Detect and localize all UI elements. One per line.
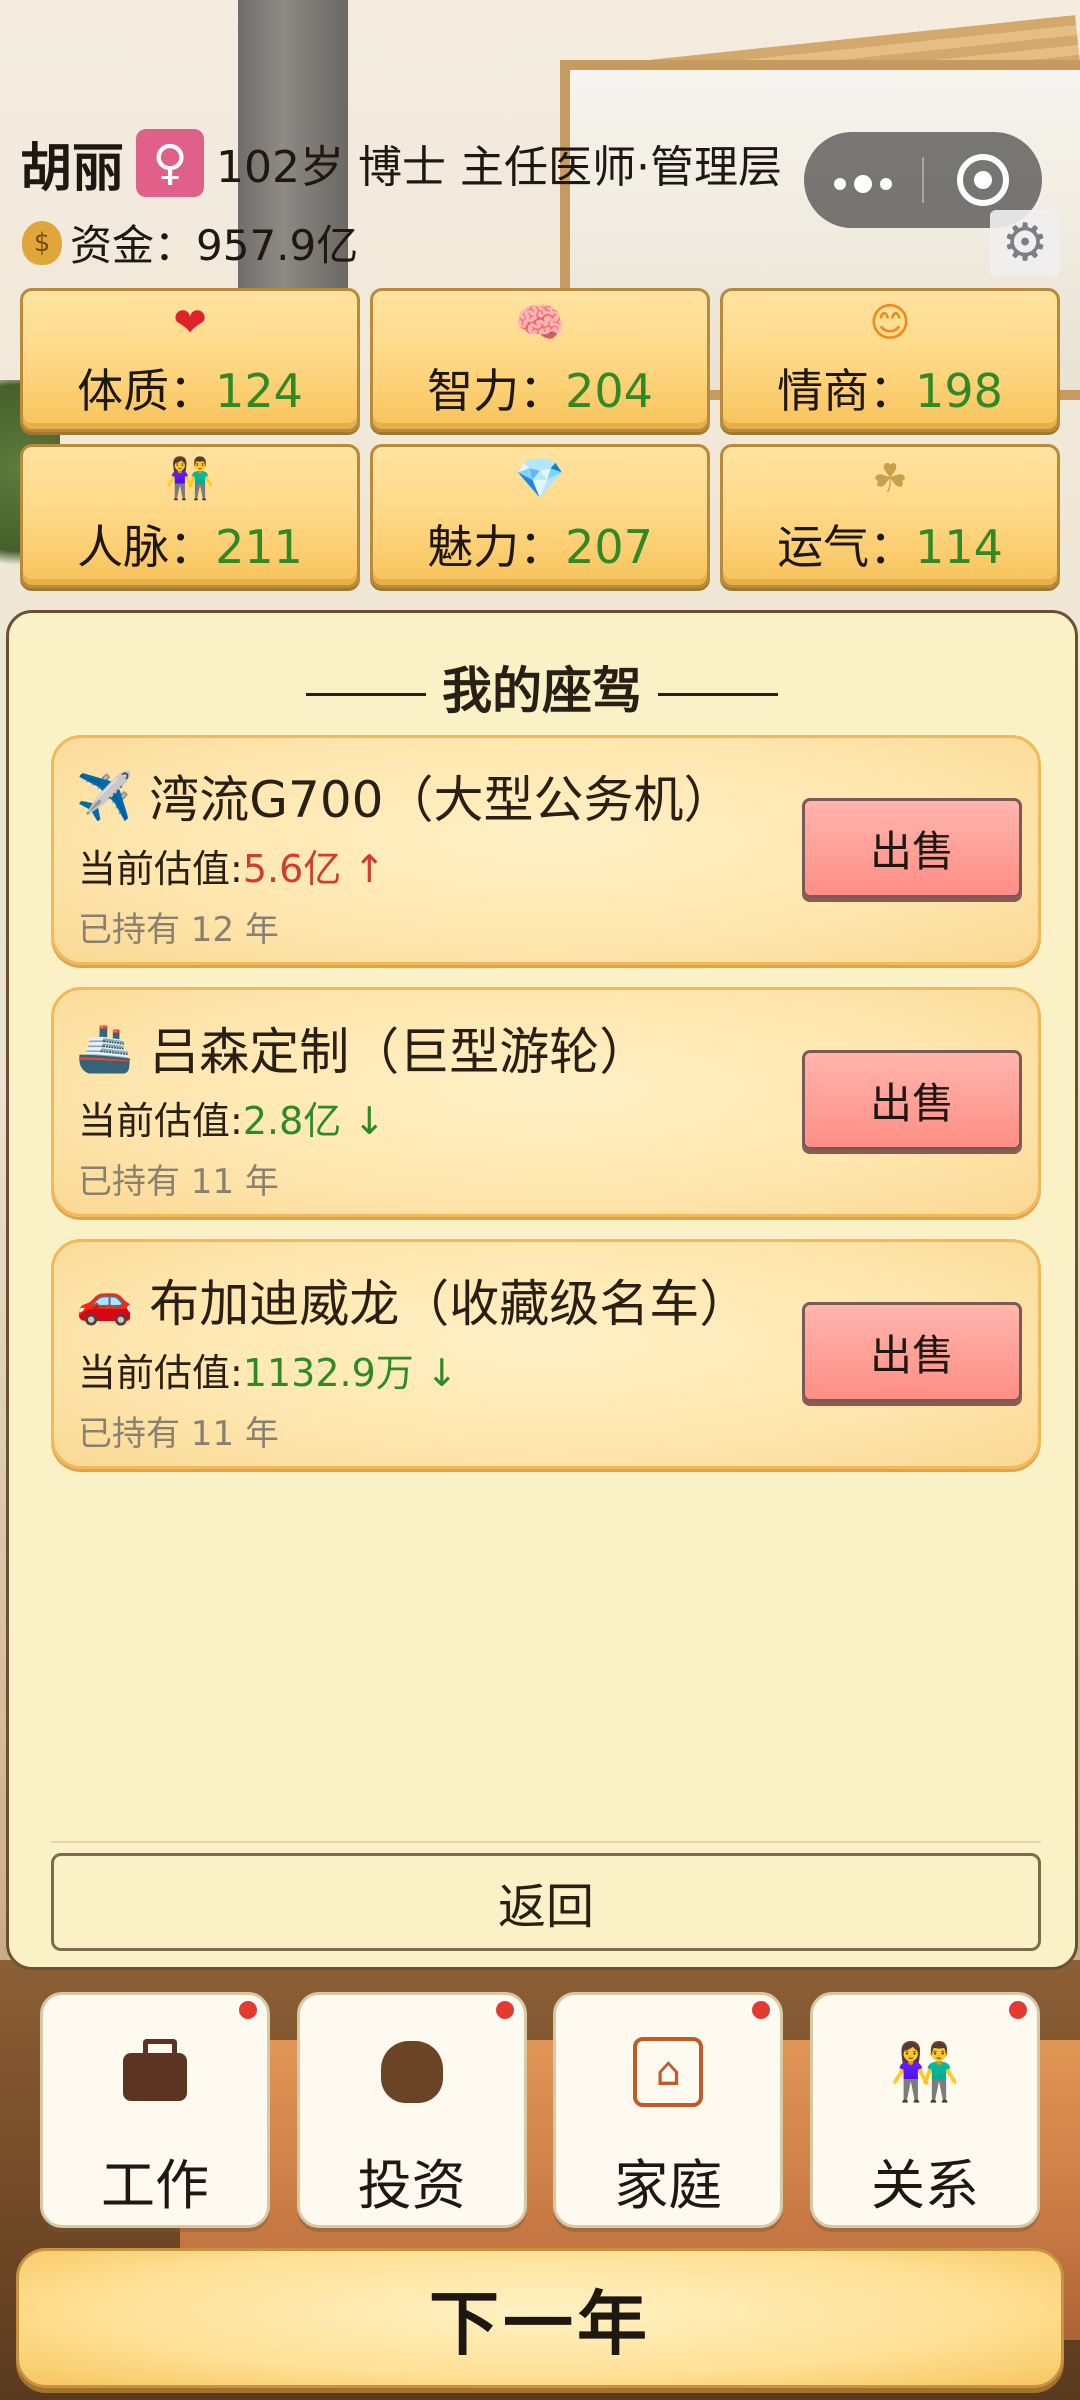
vehicle-name: 布加迪威龙（收藏级名车） [149,1275,750,1333]
notification-dot [237,1999,259,2021]
female-gender-icon: ♀ [136,129,205,197]
airplane-icon: ✈️ [76,768,134,823]
divider [51,1841,1041,1843]
settings-gear-icon[interactable]: ⚙ [990,210,1060,276]
value-label: 当前估值: [78,1099,243,1143]
nav-relationship-button[interactable]: 👫 关系 [809,1992,1040,2228]
heart-icon: ❤ [173,300,207,346]
stat-label: 体质： [77,364,216,418]
stat-network: 👫 人脉：211 [20,444,360,588]
vehicle-name: 湾流G700（大型公务机） [149,771,734,829]
stat-value: 114 [915,520,1003,574]
stats-grid: ❤ 体质：124 🧠 智力：204 😊 情商：198 👫 人脉：211 💎 魅力… [20,288,1060,588]
stat-value: 207 [565,520,653,574]
value-label: 当前估值: [78,1351,243,1395]
money-bag-icon [377,2037,447,2107]
brain-icon: 🧠 [515,300,565,346]
bottom-nav: 工作 投资 ⌂ 家庭 👫 关系 [40,1992,1040,2228]
vehicle-card: 🚢 吕森定制（巨型游轮） 当前估值:2.8亿 ↓ 已持有 11 年 出售 [51,987,1041,1217]
panel-title: 我的座驾 [9,651,1075,723]
stat-value: 198 [915,364,1003,418]
held-years: 已持有 12 年 [78,910,279,950]
stat-luck: ☘ 运气：114 [720,444,1060,588]
notification-dot [750,1999,773,2021]
player-header: 胡丽 ♀ 102岁 博士 主任医师·管理层 [20,128,782,199]
stat-value: 124 [215,364,303,418]
stat-label: 人脉： [77,520,216,574]
notification-dot [493,1999,516,2021]
money-label: 资金：957.9亿 [70,221,359,270]
my-vehicles-panel: 我的座驾 ✈️ 湾流G700（大型公务机） 当前估值:5.6亿 ↑ 已持有 12 … [6,610,1078,1970]
stat-charm: 💎 魅力：207 [370,444,710,588]
stat-value: 211 [215,520,303,574]
nav-label: 家庭 [614,2154,723,2217]
car-icon: 🚗 [76,1272,134,1327]
briefcase-icon [120,2037,190,2107]
nav-label: 投资 [357,2154,466,2217]
nav-family-button[interactable]: ⌂ 家庭 [553,1992,784,2228]
notification-dot [1006,1999,1029,2021]
more-menu-button[interactable] [804,132,922,228]
stat-intelligence: 🧠 智力：204 [370,288,710,432]
vehicle-value: 1132.9万 ↓ [242,1351,458,1395]
clover-icon: ☘ [872,456,908,502]
target-close-icon [957,154,1009,206]
stat-value: 204 [565,364,653,418]
gem-icon: 💎 [515,456,565,502]
vehicle-card: ✈️ 湾流G700（大型公务机） 当前估值:5.6亿 ↑ 已持有 12 年 出售 [51,735,1041,965]
back-button[interactable]: 返回 [51,1853,1041,1951]
vehicle-value: 5.6亿 ↑ [242,847,386,891]
smile-heart-icon: 😊 [869,300,911,346]
player-profile: 102岁 博士 主任医师·管理层 [216,142,782,193]
vehicle-name: 吕森定制（巨型游轮） [149,1023,650,1081]
people-icon: 👫 [165,456,215,502]
held-years: 已持有 11 年 [78,1162,279,1202]
stat-label: 情商： [777,364,916,418]
stat-label: 智力： [427,364,566,418]
value-label: 当前估值: [78,847,243,891]
stat-label: 魅力： [427,520,566,574]
stat-constitution: ❤ 体质：124 [20,288,360,432]
house-icon: ⌂ [633,2037,704,2107]
nav-work-button[interactable]: 工作 [40,1992,270,2228]
sell-button[interactable]: 出售 [802,1050,1022,1150]
nav-label: 工作 [101,2154,209,2217]
next-year-button[interactable]: 下一年 [16,2248,1064,2388]
money-row: $ 资金：957.9亿 [22,212,358,273]
nav-invest-button[interactable]: 投资 [296,1992,527,2228]
money-bag-icon: $ [22,220,62,265]
vehicle-card: 🚗 布加迪威龙（收藏级名车） 当前估值:1132.9万 ↓ 已持有 11 年 出售 [51,1239,1041,1469]
nav-label: 关系 [870,2154,979,2217]
player-name: 胡丽 [20,138,125,199]
ship-icon: 🚢 [76,1020,134,1075]
sell-button[interactable]: 出售 [802,798,1022,898]
more-dots-icon [834,175,892,193]
relationship-icon: 👫 [890,2040,960,2105]
vehicle-value: 2.8亿 ↓ [242,1099,386,1143]
close-miniprogram-button[interactable] [924,154,1042,206]
sell-button[interactable]: 出售 [802,1302,1022,1402]
held-years: 已持有 11 年 [78,1414,279,1454]
stat-eq: 😊 情商：198 [720,288,1060,432]
stat-label: 运气： [777,520,916,574]
